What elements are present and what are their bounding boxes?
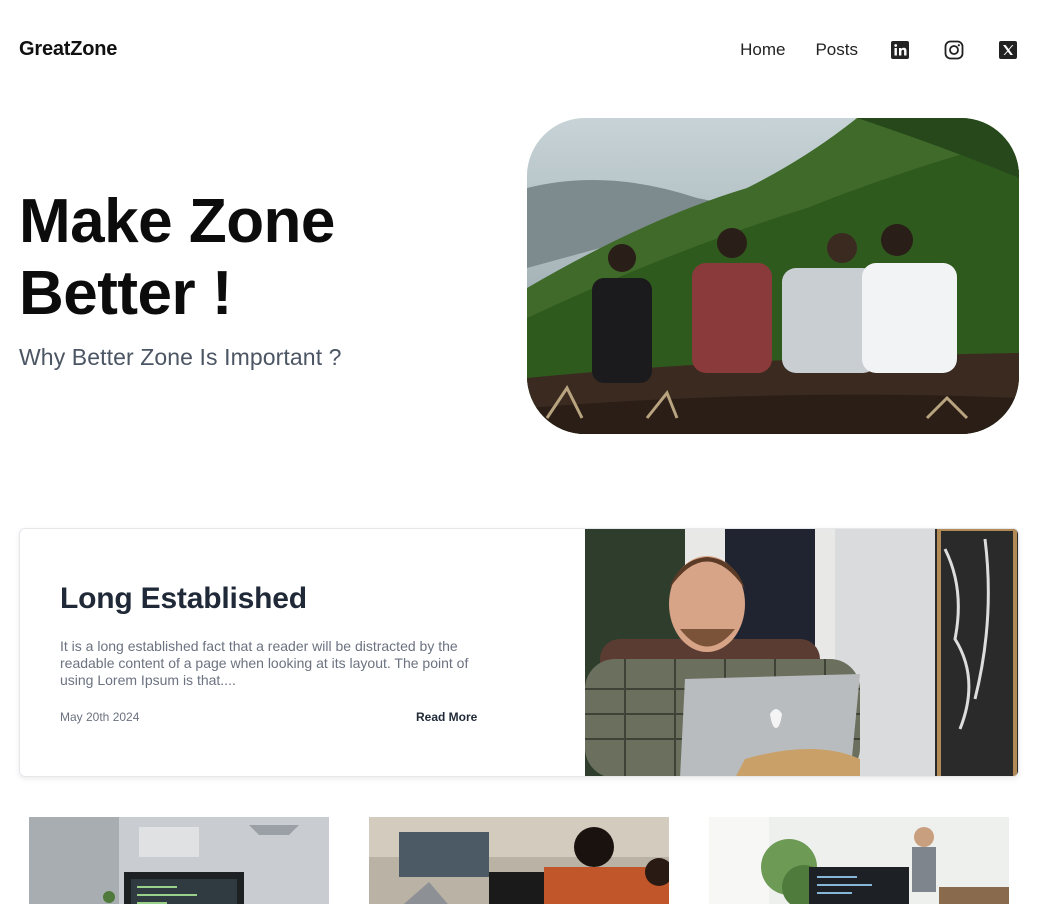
- featured-post-title[interactable]: Long Established: [60, 582, 307, 616]
- read-more-link[interactable]: Read More: [416, 710, 477, 724]
- post-thumbnail-1[interactable]: [29, 817, 329, 904]
- post-thumbnail-2[interactable]: [369, 817, 669, 904]
- featured-post-image: [585, 529, 1018, 776]
- post-thumbnail-3[interactable]: [709, 817, 1009, 904]
- page: GreatZone Home Posts Make Zone Better ! …: [0, 0, 1049, 904]
- instagram-icon[interactable]: [944, 40, 964, 60]
- featured-post-date: May 20th 2024: [60, 710, 140, 724]
- x-twitter-icon[interactable]: [998, 40, 1018, 60]
- brand-logo[interactable]: GreatZone: [19, 38, 117, 61]
- featured-post-card[interactable]: Long Established It is a long establishe…: [19, 528, 1019, 777]
- main-nav: Home Posts: [740, 38, 1018, 62]
- nav-posts[interactable]: Posts: [815, 40, 858, 60]
- hero-subtitle: Why Better Zone Is Important ?: [19, 344, 342, 370]
- hero-image: [527, 118, 1019, 434]
- nav-home[interactable]: Home: [740, 40, 785, 60]
- featured-post-excerpt: It is a long established fact that a rea…: [60, 638, 469, 688]
- linkedin-icon[interactable]: [890, 40, 910, 60]
- hero-title: Make Zone Better !: [19, 187, 335, 328]
